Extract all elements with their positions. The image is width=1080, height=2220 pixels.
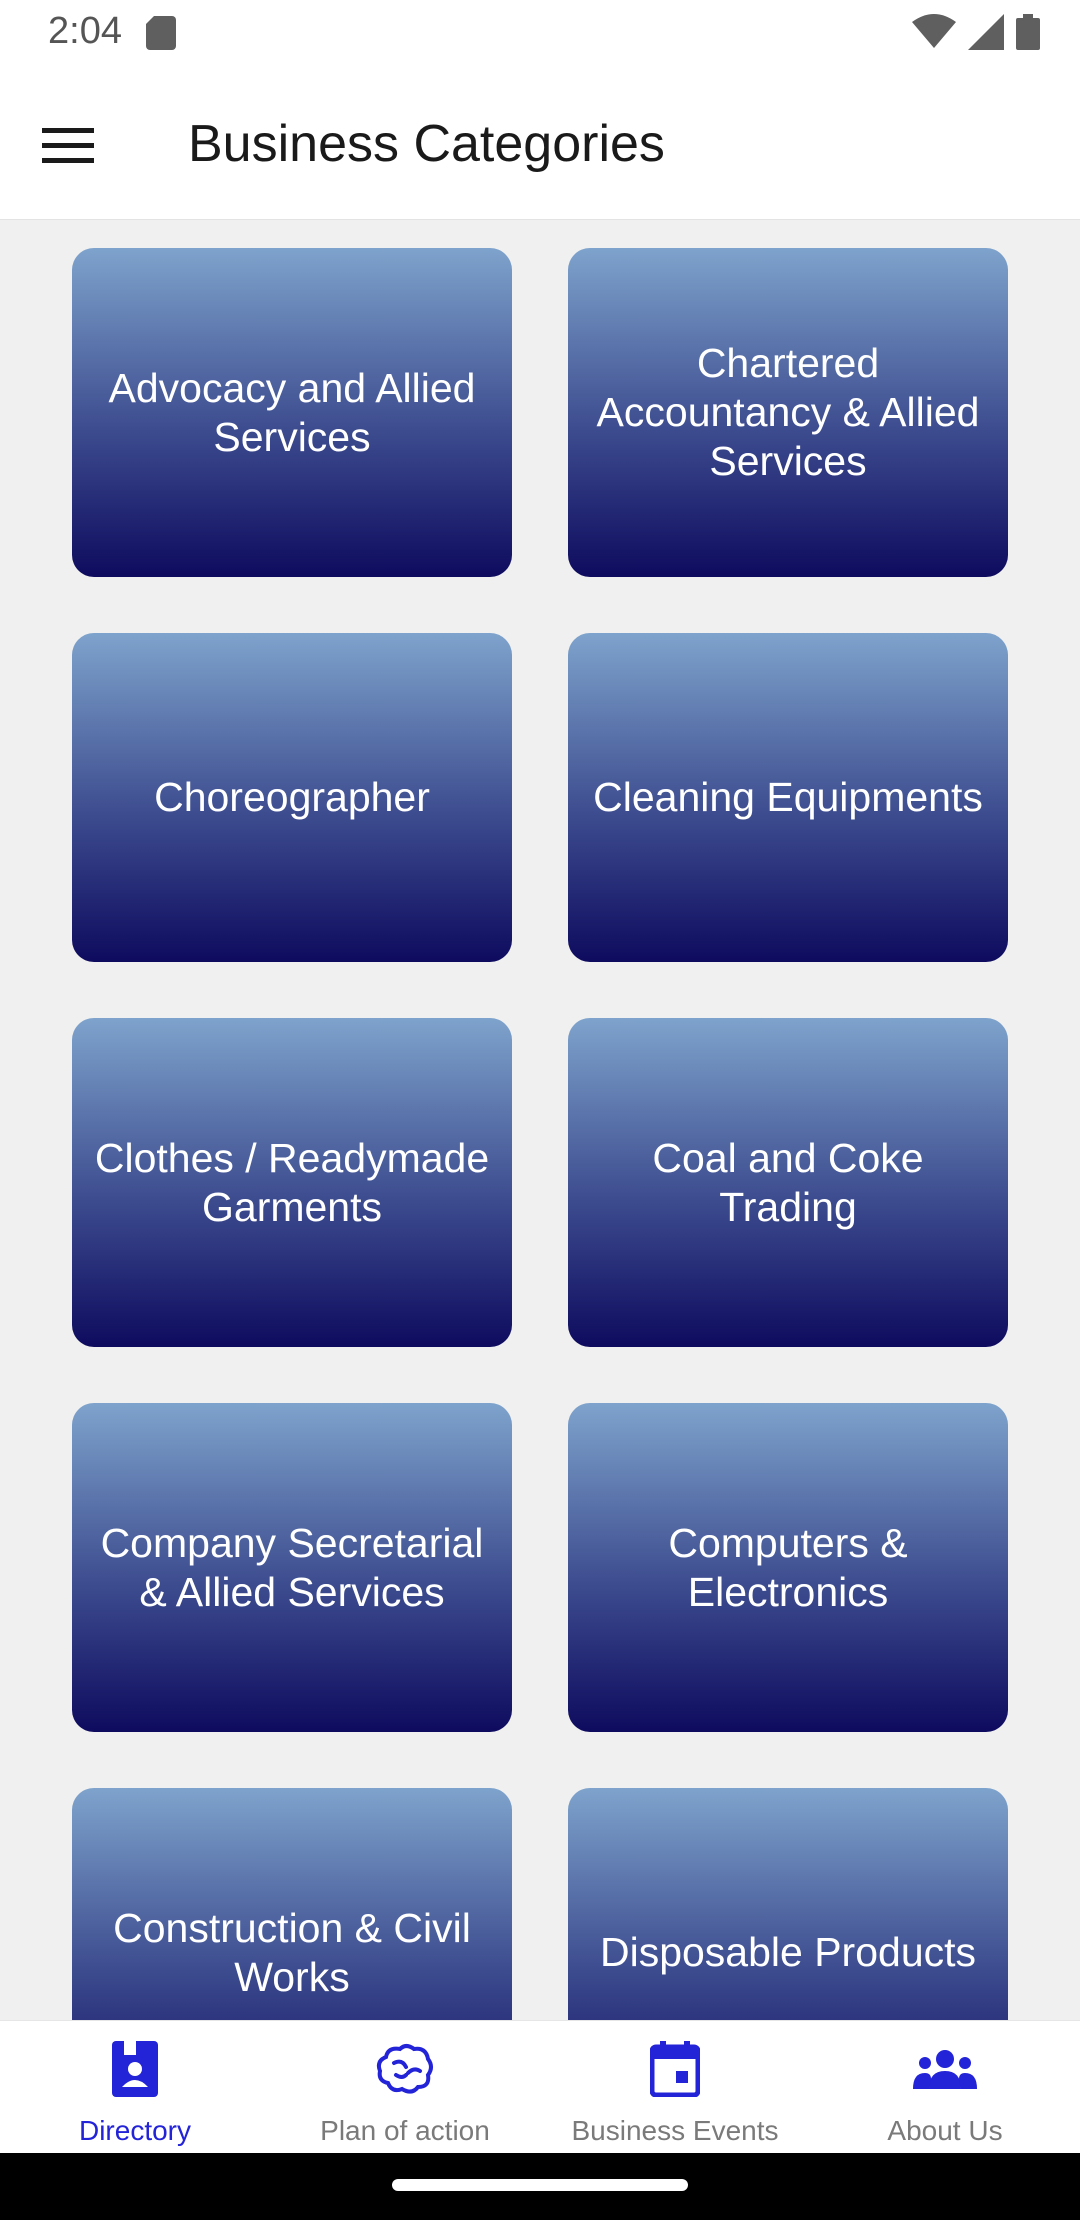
- category-card[interactable]: Cleaning Equipments: [568, 633, 1008, 962]
- status-time: 2:04: [48, 10, 122, 52]
- status-bar: 2:04: [0, 0, 1080, 66]
- gesture-handle[interactable]: [392, 2179, 688, 2191]
- sd-card-icon: [146, 16, 176, 50]
- category-card[interactable]: Clothes / Readymade Garments: [72, 1018, 512, 1347]
- nav-directory[interactable]: Directory: [0, 2021, 270, 2153]
- nav-plan-of-action[interactable]: Plan of action: [270, 2021, 540, 2153]
- nav-plan-of-action-label: Plan of action: [320, 2115, 490, 2146]
- nav-about-us-label: About Us: [887, 2115, 1003, 2146]
- page-title: Business Categories: [188, 115, 665, 173]
- wifi-icon: [912, 14, 956, 55]
- category-card[interactable]: Company Secretarial & Allied Services: [72, 1403, 512, 1732]
- category-card[interactable]: Advocacy and Allied Services: [72, 248, 512, 577]
- category-card[interactable]: Disposable Products: [568, 1788, 1008, 2020]
- system-gesture-bar: [0, 2153, 1080, 2220]
- nav-business-events[interactable]: Business Events: [540, 2021, 810, 2153]
- people-group-icon: [913, 2037, 977, 2101]
- directory-book-icon: [103, 2037, 167, 2101]
- category-card[interactable]: Choreographer: [72, 633, 512, 962]
- category-card[interactable]: Coal and Coke Trading: [568, 1018, 1008, 1347]
- nav-directory-label: Directory: [78, 2115, 191, 2146]
- app-bar: Business Categories: [0, 66, 1080, 220]
- signal-icon: [968, 14, 1004, 55]
- category-grid: Advocacy and Allied Services Chartered A…: [72, 248, 1008, 2020]
- nav-about-us[interactable]: About Us: [810, 2021, 1080, 2153]
- category-card[interactable]: Computers & Electronics: [568, 1403, 1008, 1732]
- category-card[interactable]: Construction & Civil Works: [72, 1788, 512, 2020]
- category-list[interactable]: Advocacy and Allied Services Chartered A…: [0, 220, 1080, 2020]
- hamburger-menu-icon[interactable]: [38, 116, 98, 176]
- brain-icon: [373, 2037, 437, 2101]
- calendar-icon: [643, 2037, 707, 2101]
- category-card[interactable]: Chartered Accountancy & Allied Services: [568, 248, 1008, 577]
- battery-icon: [1016, 14, 1040, 55]
- bottom-navigation: Directory Plan of action Business Events: [0, 2020, 1080, 2153]
- nav-business-events-label: Business Events: [571, 2115, 779, 2146]
